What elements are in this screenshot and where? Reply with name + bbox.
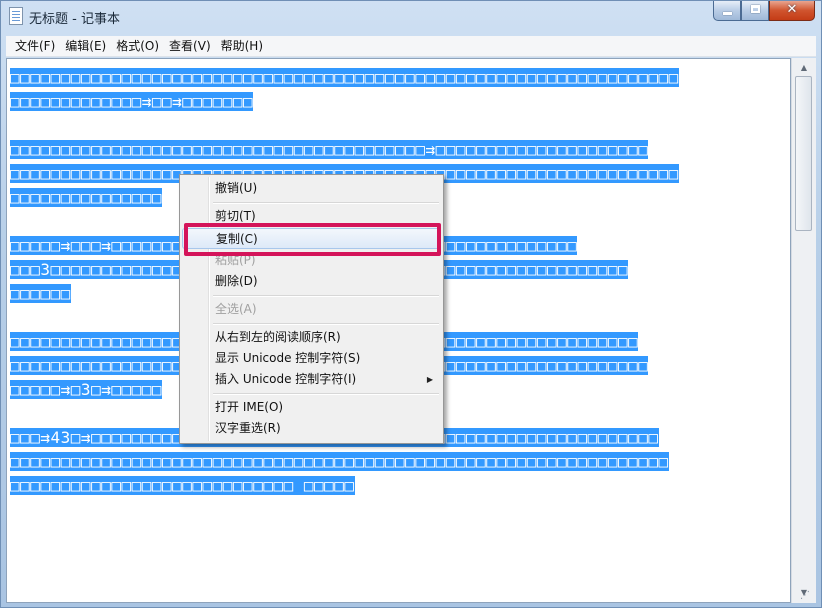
menu-item-label: 剪切(T) [215,209,256,223]
menu-item-label: 从右到左的阅读顺序(R) [215,330,341,344]
menu-file[interactable]: 文件(F) [10,36,60,56]
menu-item-label: 汉字重选(R) [215,421,281,435]
menu-item-rtl-reading[interactable]: 从右到左的阅读顺序(R) [182,327,441,348]
window-title: 无标题 - 记事本 [29,12,120,27]
menu-item-label: 插入 Unicode 控制字符(I) [215,372,357,386]
submenu-arrow-icon: ▶ [426,375,433,384]
menu-item-undo[interactable]: 撤销(U) [182,178,441,199]
selected-text-line: □□□□□□□□□□□□□□□□□□□□□□□□□□□□□□□□□□□□□□□□… [10,68,679,87]
menu-separator [213,295,439,297]
menu-item-label: 全选(A) [215,302,257,316]
selected-text-line: □□□□□□□□□□□□□⇉□□⇉□□□□□□□ [10,92,254,111]
menu-bar: 文件(F) 编辑(E) 格式(O) 查看(V) 帮助(H) [6,36,816,57]
vertical-scrollbar[interactable]: ▲ ▼ [791,58,816,603]
minimize-icon [723,12,732,15]
copy-highlight-annotation [184,223,441,256]
close-icon: ✕ [786,2,798,17]
menu-item-select-all[interactable]: 全选(A) [182,299,441,320]
menu-item-label: 显示 Unicode 控制字符(S) [215,351,361,365]
caption-buttons: ✕ [713,1,815,23]
selected-text-line: □□□□□□□□□□□□□□□□□□□□□□□□□□□□ □□□□□ [10,476,355,495]
menu-item-insert-unicode[interactable]: 插入 Unicode 控制字符(I) ▶ [182,369,441,390]
menu-item-label: 删除(D) [215,274,258,288]
scroll-thumb[interactable] [795,76,812,231]
minimize-button[interactable] [713,1,741,21]
scroll-up-icon[interactable]: ▲ [792,60,816,76]
menu-separator [213,202,439,204]
menu-item-label: 打开 IME(O) [215,400,284,414]
notepad-window: 无标题 - 记事本 ✕ 文件(F) 编辑(E) 格式(O) 查看(V) 帮助(H… [0,0,822,608]
menu-item-label: 撤销(U) [215,181,258,195]
selected-text-line: □□□□□□□□□□□□□□□ [10,188,162,207]
title-bar[interactable]: 无标题 - 记事本 ✕ [1,1,821,33]
menu-item-open-ime[interactable]: 打开 IME(O) [182,397,441,418]
close-button[interactable]: ✕ [769,1,815,21]
selected-text-line: □□□□□□□□□□□□□□□□□□□□□□□□□□□□□□□□□□□□□□□□… [10,452,669,471]
menu-separator [213,393,439,395]
menu-format[interactable]: 格式(O) [111,36,164,56]
maximize-icon [751,5,760,13]
selected-text-line: □□□□□□□□□□□□□□□□□□□□□□□□□□□□□□□□□□□□□□□□… [10,140,649,159]
maximize-button[interactable] [741,1,769,21]
menu-separator [213,323,439,325]
paragraph: □□□□□□□□□□□□□□□□□□□□□□□□□□□□□□□□□□□□□□□□… [10,66,790,114]
resize-grip[interactable]: ⋰ [800,590,814,602]
context-menu: 撤销(U) 剪切(T) 复制(C) 粘贴(P) 删除(D) 全选(A) 从右到左… [179,174,444,444]
notepad-icon[interactable] [9,7,23,25]
menu-item-delete[interactable]: 删除(D) [182,271,441,292]
selected-text-line: □□□□□□ [10,284,71,303]
menu-view[interactable]: 查看(V) [164,36,216,56]
menu-edit[interactable]: 编辑(E) [60,36,111,56]
menu-item-reconversion[interactable]: 汉字重选(R) [182,418,441,439]
selected-text-line: □□□□□⇉□3□⇉□□□□□ [10,380,162,399]
menu-item-show-unicode[interactable]: 显示 Unicode 控制字符(S) [182,348,441,369]
menu-help[interactable]: 帮助(H) [216,36,268,56]
